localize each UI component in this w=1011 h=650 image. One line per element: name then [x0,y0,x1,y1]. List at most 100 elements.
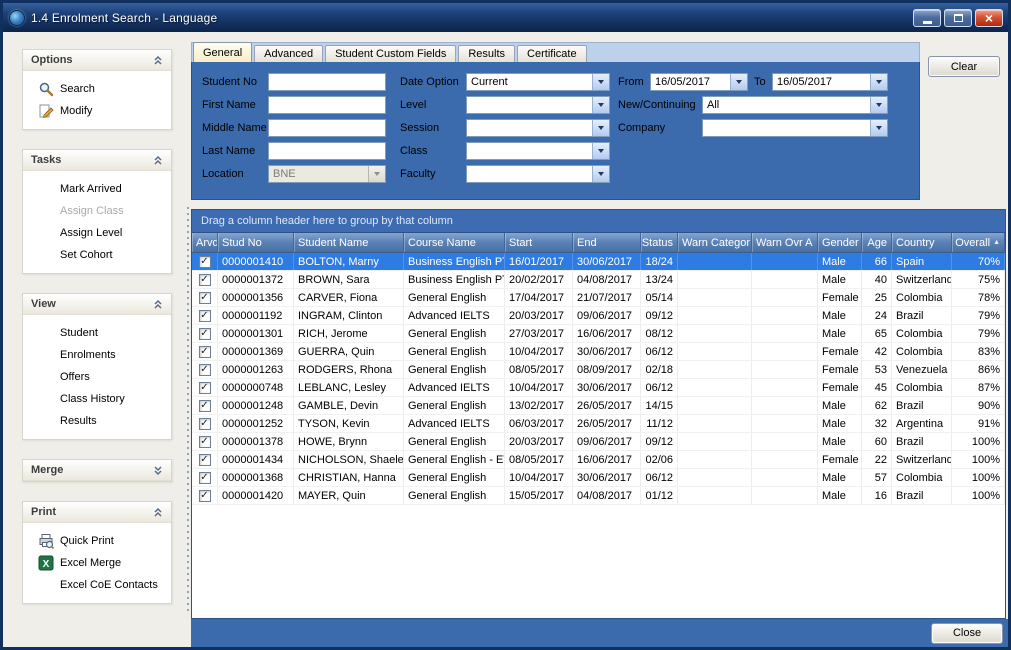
grid-cell-end: 09/06/2017 [573,433,641,450]
column-header-gender[interactable]: Gender [818,233,862,252]
column-header-start[interactable]: Start [505,233,573,252]
sidebar-item-student[interactable]: Student [23,322,171,344]
table-row[interactable]: 0000001410BOLTON, MarnyBusiness English … [192,253,1005,271]
company-select[interactable] [702,119,888,137]
table-row[interactable]: 0000001378HOWE, BrynnGeneral English20/0… [192,433,1005,451]
sidebar-item-excel-coe-contacts[interactable]: Excel CoE Contacts [23,574,171,596]
faculty-select[interactable] [466,165,610,183]
column-header-warn-categor[interactable]: Warn Categor [678,233,752,252]
tab-certificate[interactable]: Certificate [517,45,587,62]
column-header-course-name[interactable]: Course Name [404,233,505,252]
table-row[interactable]: 0000001368CHRISTIAN, HannaGeneral Englis… [192,469,1005,487]
first-name-input[interactable] [268,96,386,114]
view-panel-header[interactable]: View [23,294,171,315]
maximize-button[interactable] [944,9,972,27]
arrived-checkbox[interactable] [199,274,211,286]
group-by-bar[interactable]: Drag a column header here to group by th… [192,210,1005,233]
student-no-input[interactable] [268,73,386,91]
table-row[interactable]: 0000001252TYSON, KevinAdvanced IELTS06/0… [192,415,1005,433]
new-continuing-select[interactable]: All [702,96,888,114]
close-button[interactable]: Close [931,623,1003,644]
level-select[interactable] [466,96,610,114]
sidebar-splitter[interactable] [185,32,191,647]
merge-panel-header[interactable]: Merge [23,460,171,481]
sidebar-item-class-history[interactable]: Class History [23,388,171,410]
chevron-down-icon[interactable] [592,120,609,136]
arrived-checkbox[interactable] [199,400,211,412]
table-row[interactable]: 0000001420MAYER, QuinGeneral English15/0… [192,487,1005,505]
table-row[interactable]: 0000000748LEBLANC, LesleyAdvanced IELTS1… [192,379,1005,397]
session-select[interactable] [466,119,610,137]
title-bar[interactable]: 1.4 Enrolment Search - Language × [3,3,1008,32]
column-header-arvd[interactable]: Arvd [192,233,218,252]
sidebar-item-quick-print[interactable]: Quick Print [23,530,171,552]
arrived-checkbox[interactable] [199,346,211,358]
minimize-button[interactable] [913,9,941,27]
tab-general[interactable]: General [193,42,252,62]
column-header-end[interactable]: End [573,233,641,252]
table-row[interactable]: 0000001356CARVER, FionaGeneral English17… [192,289,1005,307]
column-header-student-name[interactable]: Student Name [294,233,404,252]
table-row[interactable]: 0000001263RODGERS, RhonaGeneral English0… [192,361,1005,379]
sidebar-item-mark-arrived[interactable]: Mark Arrived [23,178,171,200]
arrived-checkbox[interactable] [199,256,211,268]
arrived-checkbox[interactable] [199,382,211,394]
chevron-up-icon[interactable] [150,153,166,168]
sidebar-item-set-cohort[interactable]: Set Cohort [23,244,171,266]
chevron-down-icon[interactable] [870,97,887,113]
sidebar-item-assign-level[interactable]: Assign Level [23,222,171,244]
table-row[interactable]: 0000001248GAMBLE, DevinGeneral English13… [192,397,1005,415]
chevron-down-icon[interactable] [592,74,609,90]
arrived-checkbox[interactable] [199,454,211,466]
column-header-overall[interactable]: Overall [952,233,1005,252]
arrived-checkbox[interactable] [199,310,211,322]
chevron-up-icon[interactable] [150,297,166,312]
class-select[interactable] [466,142,610,160]
arrived-checkbox[interactable] [199,292,211,304]
arrived-checkbox[interactable] [199,472,211,484]
print-panel-header[interactable]: Print [23,502,171,523]
sidebar-item-results[interactable]: Results [23,410,171,432]
sidebar-item-offers[interactable]: Offers [23,366,171,388]
tasks-panel-header[interactable]: Tasks [23,150,171,171]
table-row[interactable]: 0000001301RICH, JeromeGeneral English27/… [192,325,1005,343]
chevron-down-icon[interactable] [592,166,609,182]
arrived-checkbox[interactable] [199,364,211,376]
chevron-down-icon[interactable] [870,74,887,90]
options-panel-header[interactable]: Options [23,50,171,71]
date-option-select[interactable]: Current [466,73,610,91]
tab-results[interactable]: Results [458,45,515,62]
column-header-country[interactable]: Country [892,233,952,252]
column-header-status[interactable]: Status [641,233,678,252]
close-window-button[interactable]: × [975,9,1003,27]
sidebar-item-enrolments[interactable]: Enrolments [23,344,171,366]
table-row[interactable]: 0000001369GUERRA, QuinGeneral English10/… [192,343,1005,361]
tab-student-custom-fields[interactable]: Student Custom Fields [325,45,456,62]
arrived-checkbox[interactable] [199,418,211,430]
middle-name-input[interactable] [268,119,386,137]
chevron-down-icon[interactable] [870,120,887,136]
chevron-up-icon[interactable] [150,505,166,520]
arrived-checkbox[interactable] [199,490,211,502]
table-row[interactable]: 0000001434NICHOLSON, ShaeleighGeneral En… [192,451,1005,469]
to-date-select[interactable]: 16/05/2017 [772,73,888,91]
column-header-age[interactable]: Age [862,233,892,252]
column-header-stud-no[interactable]: Stud No [218,233,294,252]
table-row[interactable]: 0000001192INGRAM, ClintonAdvanced IELTS2… [192,307,1005,325]
chevron-down-icon[interactable] [592,143,609,159]
arrived-checkbox[interactable] [199,328,211,340]
sidebar-item-search[interactable]: Search [23,78,171,100]
sidebar-item-excel-merge[interactable]: X Excel Merge [23,552,171,574]
chevron-down-icon[interactable] [592,97,609,113]
last-name-input[interactable] [268,142,386,160]
tab-advanced[interactable]: Advanced [254,45,323,62]
from-date-select[interactable]: 16/05/2017 [650,73,748,91]
arrived-checkbox[interactable] [199,436,211,448]
chevron-down-icon[interactable] [150,463,166,478]
table-row[interactable]: 0000001372BROWN, SaraBusiness English PT… [192,271,1005,289]
sidebar-item-modify[interactable]: Modify [23,100,171,122]
chevron-up-icon[interactable] [150,53,166,68]
column-header-warn-ovr-a[interactable]: Warn Ovr A [752,233,818,252]
clear-button[interactable]: Clear [928,56,1000,77]
chevron-down-icon[interactable] [730,74,747,90]
